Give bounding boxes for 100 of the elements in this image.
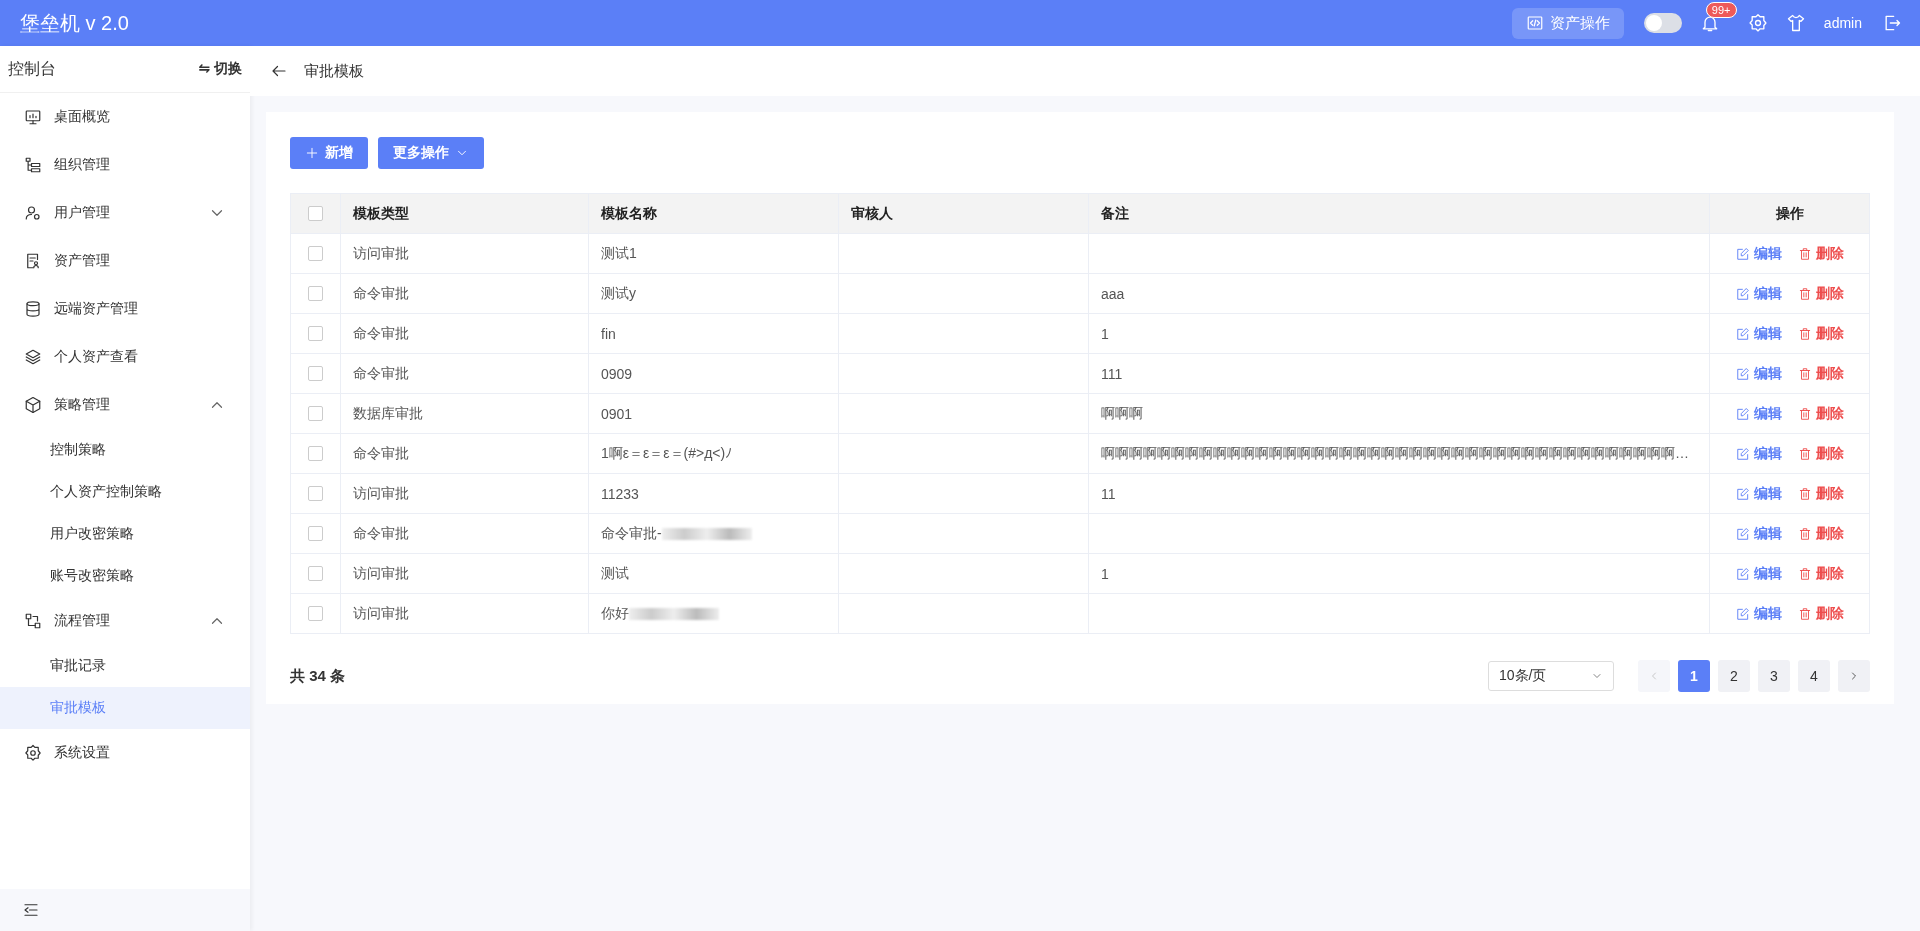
delete-link[interactable]: 删除 <box>1797 324 1844 343</box>
edit-link[interactable]: 编辑 <box>1735 324 1782 343</box>
sidebar-item[interactable]: 远端资产管理 <box>0 285 250 333</box>
table-cell: 测试 <box>601 564 629 581</box>
settings-icon <box>24 744 42 762</box>
username-label[interactable]: admin <box>1823 15 1862 31</box>
user-gear-icon <box>24 204 42 222</box>
edit-link[interactable]: 编辑 <box>1735 244 1782 263</box>
trash-icon <box>1797 246 1812 261</box>
page-button[interactable]: 2 <box>1718 660 1750 692</box>
edit-link[interactable]: 编辑 <box>1735 484 1782 503</box>
table-cell: 测试y <box>601 284 636 301</box>
edit-link[interactable]: 编辑 <box>1735 564 1782 583</box>
sidebar-subitem[interactable]: 审批模板 <box>0 687 250 729</box>
row-checkbox[interactable] <box>308 406 323 421</box>
trash-icon <box>1797 326 1812 341</box>
plus-icon <box>305 146 319 160</box>
table-cell: 访问审批 <box>353 244 409 261</box>
settings-icon <box>1747 13 1768 33</box>
table-cell: aaa <box>1101 285 1125 302</box>
total-count: 共 34 条 <box>290 666 347 686</box>
delete-link[interactable]: 删除 <box>1797 404 1844 423</box>
row-checkbox[interactable] <box>308 286 323 301</box>
more-actions-button[interactable]: 更多操作 <box>378 137 484 169</box>
edit-icon <box>1735 566 1750 581</box>
edit-link[interactable]: 编辑 <box>1735 524 1782 543</box>
add-button[interactable]: 新增 <box>290 137 368 169</box>
edit-link[interactable]: 编辑 <box>1735 364 1782 383</box>
app-title: 堡垒机 v 2.0 <box>20 10 130 36</box>
next-page-button[interactable] <box>1838 660 1870 692</box>
select-all-checkbox[interactable] <box>308 206 323 221</box>
page-button[interactable]: 4 <box>1798 660 1830 692</box>
table-cell: 啊啊啊啊啊啊啊啊啊啊啊啊啊啊啊啊啊啊啊啊啊啊啊啊啊啊啊啊啊啊啊啊啊啊啊啊啊啊啊啊啊… <box>1101 444 1689 461</box>
page-size-select[interactable]: 10条/页 <box>1488 661 1614 691</box>
page-title: 审批模板 <box>304 61 364 81</box>
delete-link[interactable]: 删除 <box>1797 524 1844 543</box>
page-button[interactable]: 3 <box>1758 660 1790 692</box>
sidebar-subitem[interactable]: 用户改密策略 <box>0 513 250 555</box>
asset-operation-button[interactable]: 资产操作 <box>1511 7 1624 39</box>
delete-link[interactable]: 删除 <box>1797 564 1844 583</box>
sidebar-item[interactable]: 组织管理 <box>0 141 250 189</box>
sidebar-item[interactable]: 策略管理 <box>0 381 250 429</box>
table-cell: 访问审批 <box>353 604 409 621</box>
edit-link[interactable]: 编辑 <box>1735 604 1782 623</box>
table-cell: 11 <box>1101 485 1116 502</box>
edit-link[interactable]: 编辑 <box>1735 404 1782 423</box>
edit-icon <box>1735 366 1750 381</box>
flowchart-icon <box>24 612 42 630</box>
edit-icon <box>1735 246 1750 261</box>
table-cell: 命令审批 <box>353 364 409 381</box>
table-cell: 11233 <box>601 485 639 502</box>
trash-icon <box>1797 366 1812 381</box>
edit-icon <box>1735 526 1750 541</box>
monitor-icon <box>24 108 42 126</box>
sidebar-item[interactable]: 桌面概览 <box>0 93 250 141</box>
sidebar-item[interactable]: 用户管理 <box>0 189 250 237</box>
sidebar-item[interactable]: 个人资产查看 <box>0 333 250 381</box>
delete-link[interactable]: 删除 <box>1797 444 1844 463</box>
sidebar-item[interactable]: 流程管理 <box>0 597 250 645</box>
sidebar-item[interactable]: 系统设置 <box>0 729 250 777</box>
row-checkbox[interactable] <box>308 526 323 541</box>
database-icon <box>24 300 42 318</box>
delete-link[interactable]: 删除 <box>1797 484 1844 503</box>
edit-link[interactable]: 编辑 <box>1735 284 1782 303</box>
edit-icon <box>1735 606 1750 621</box>
edit-icon <box>1735 486 1750 501</box>
page-button[interactable]: 1 <box>1678 660 1710 692</box>
table-cell: 命令审批 <box>353 524 409 541</box>
document-icon <box>24 252 42 270</box>
delete-link[interactable]: 删除 <box>1797 284 1844 303</box>
row-checkbox[interactable] <box>308 366 323 381</box>
switch-link[interactable]: ⇋ 切换 <box>198 60 242 78</box>
sidebar-subitem[interactable]: 个人资产控制策略 <box>0 471 250 513</box>
delete-link[interactable]: 删除 <box>1797 364 1844 383</box>
row-checkbox[interactable] <box>308 326 323 341</box>
column-header: 模板名称 <box>601 204 657 221</box>
notification-badge: 99+ <box>1705 2 1737 18</box>
row-checkbox[interactable] <box>308 566 323 581</box>
sidebar-subitem[interactable]: 账号改密策略 <box>0 555 250 597</box>
trash-icon <box>1797 526 1812 541</box>
table-cell: 111 <box>1101 365 1123 382</box>
delete-link[interactable]: 删除 <box>1797 604 1844 623</box>
shirt-icon <box>1785 13 1806 33</box>
sidebar-subitem[interactable]: 控制策略 <box>0 429 250 471</box>
sidebar-subitem[interactable]: 审批记录 <box>0 645 250 687</box>
delete-link[interactable]: 删除 <box>1797 244 1844 263</box>
sidebar-item[interactable]: 资产管理 <box>0 237 250 285</box>
table-cell: 命令审批 <box>353 444 409 461</box>
edit-link[interactable]: 编辑 <box>1735 444 1782 463</box>
table-cell: 命令审批 <box>353 324 409 341</box>
trash-icon <box>1797 406 1812 421</box>
sidebar-title: 控制台 <box>8 58 56 79</box>
row-checkbox[interactable] <box>308 486 323 501</box>
row-checkbox[interactable] <box>308 446 323 461</box>
row-checkbox[interactable] <box>308 246 323 261</box>
trash-icon <box>1797 286 1812 301</box>
theme-switch[interactable] <box>1643 13 1682 33</box>
table-cell: 啊啊啊 <box>1101 404 1143 421</box>
column-header: 备注 <box>1101 204 1129 221</box>
row-checkbox[interactable] <box>308 606 323 621</box>
